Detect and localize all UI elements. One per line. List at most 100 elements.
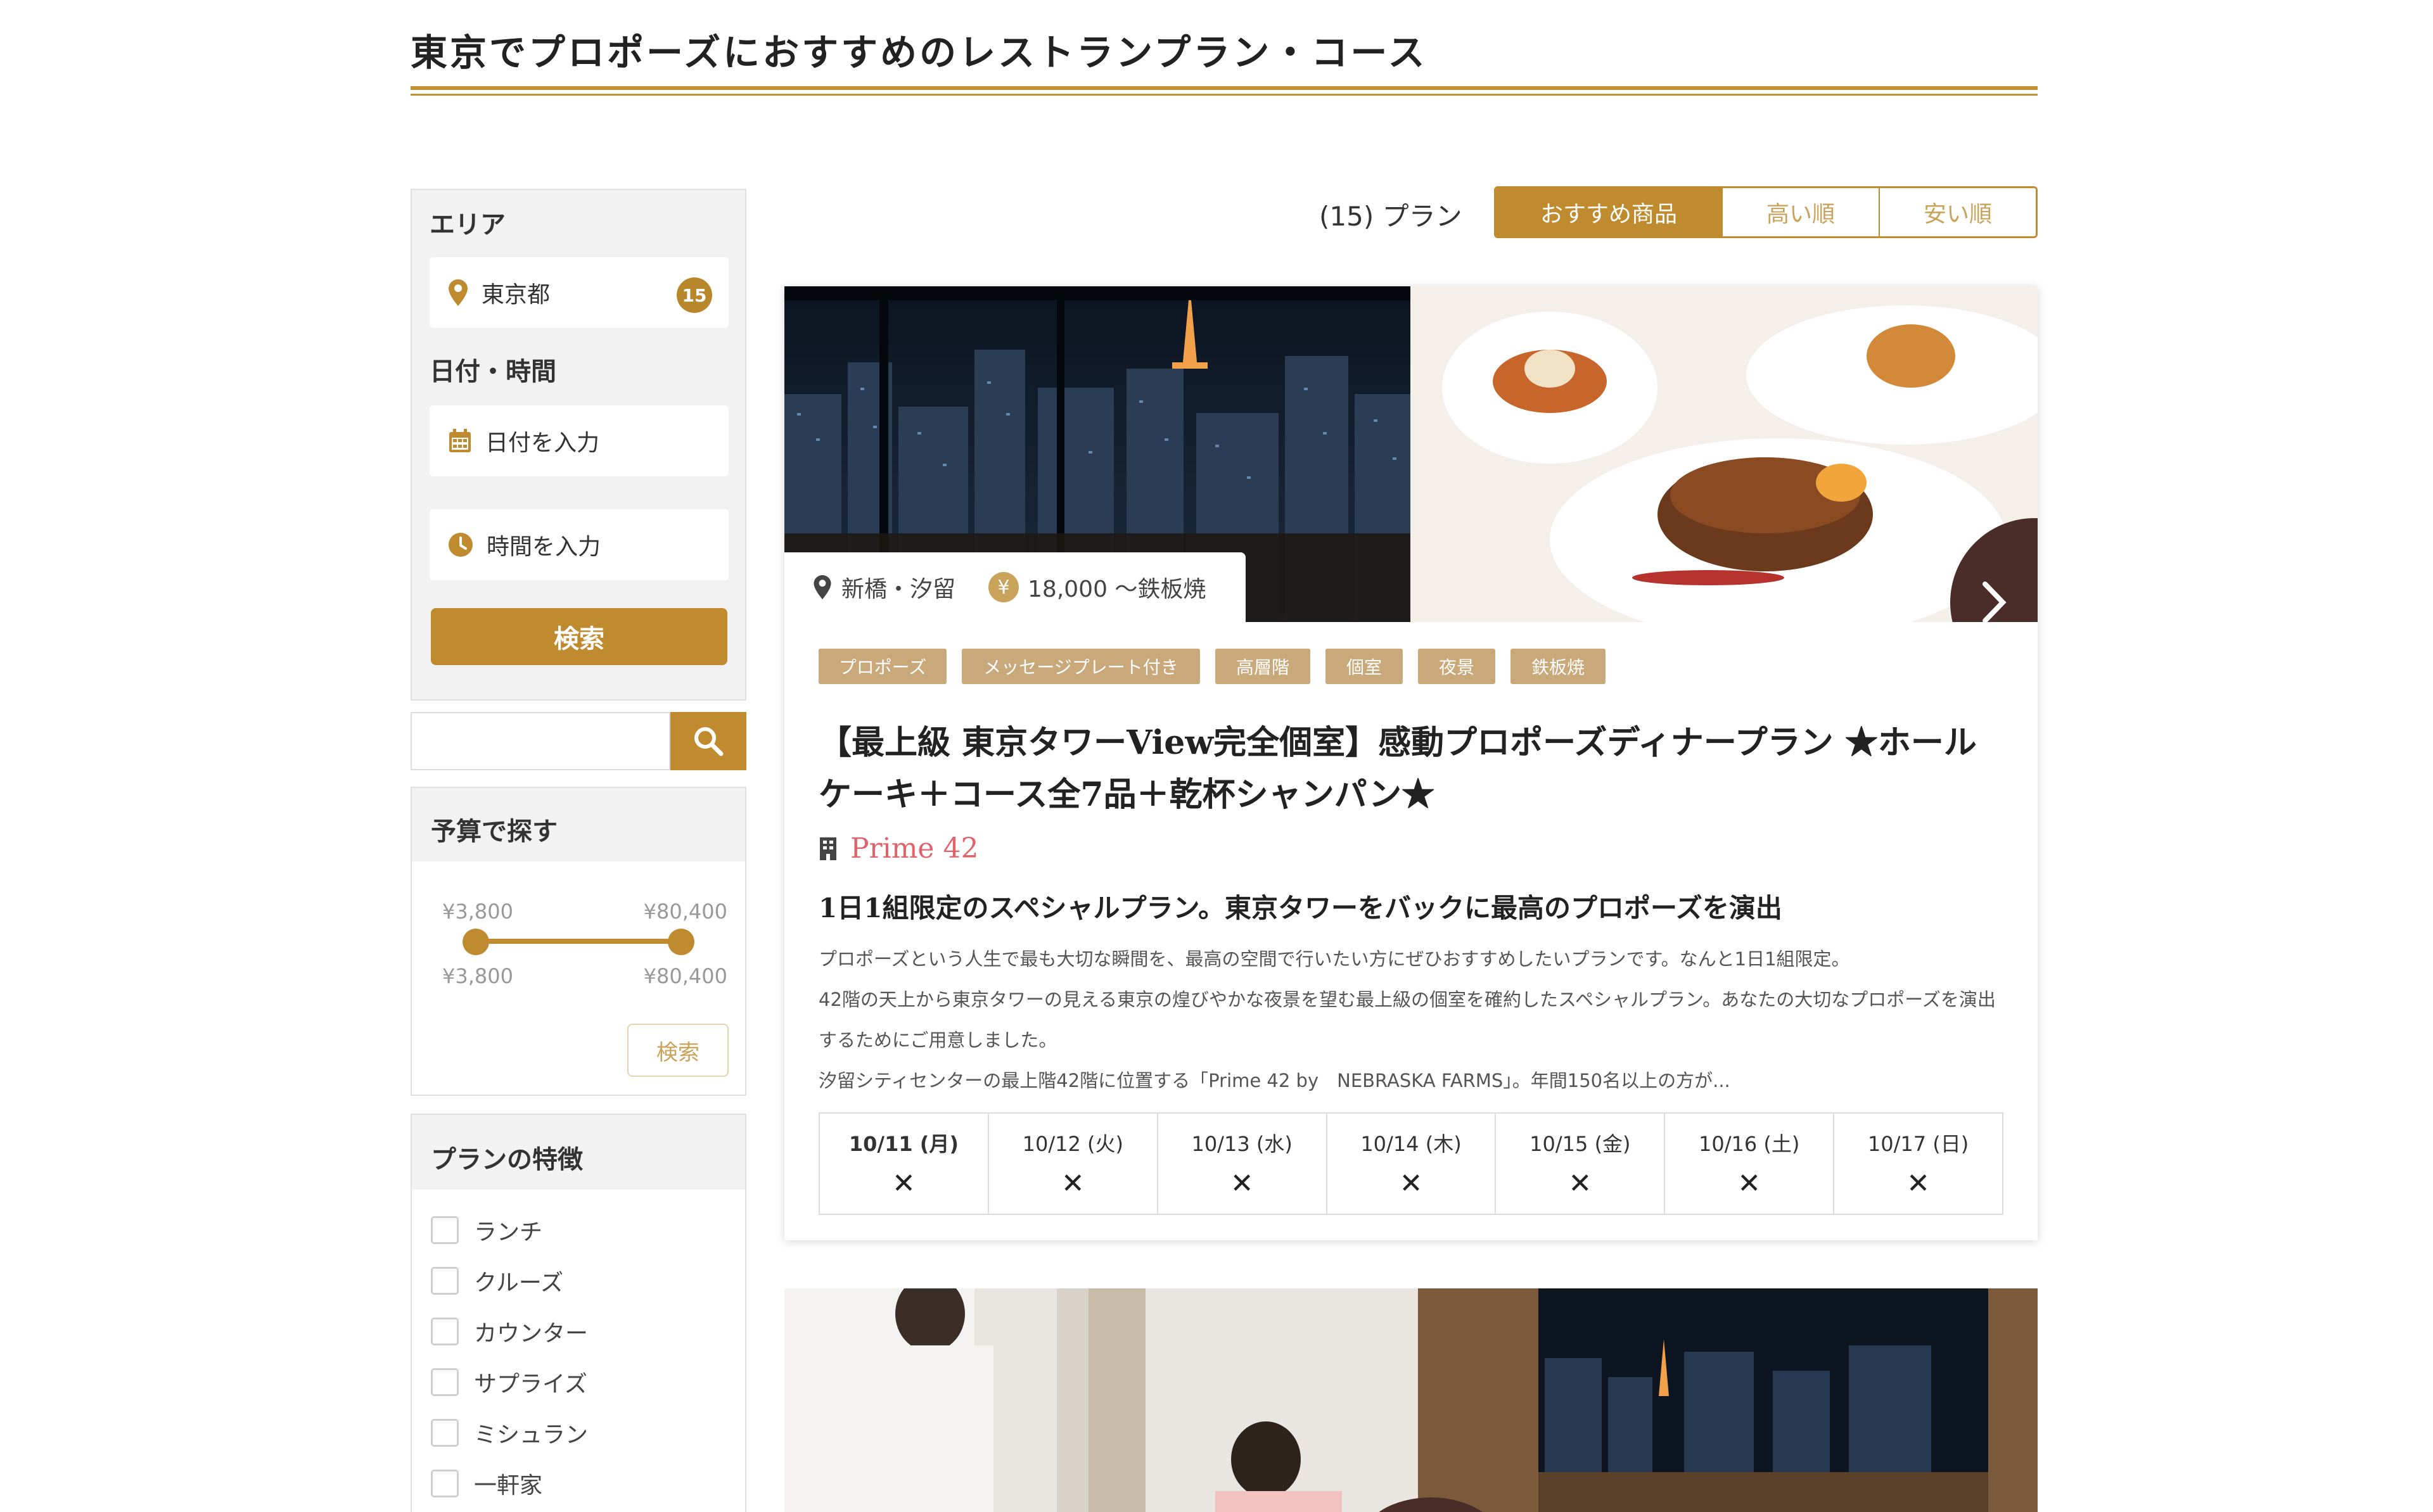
calendar-day[interactable]: 10/12 (火) ✕ [987, 1114, 1157, 1214]
calendar-date: 10/11 (月) [848, 1131, 959, 1156]
clock-icon [449, 533, 473, 557]
unavailable-mark: ✕ [1399, 1167, 1423, 1200]
area-count-badge: 15 [677, 277, 712, 313]
unavailable-mark: ✕ [1061, 1167, 1085, 1200]
budget-heading: 予算で探す [431, 817, 558, 846]
plan-card-2[interactable] [784, 1288, 2038, 1512]
calendar-date: 10/12 (火) [1022, 1131, 1123, 1156]
calendar-date: 10/15 (金) [1529, 1131, 1631, 1156]
description-line: するためにご用意しました。 [819, 1029, 1057, 1051]
sort-recommended-button[interactable]: おすすめ商品 [1496, 188, 1721, 236]
description-line: プロポーズという人生で最も大切な瞬間を、最高の空間で行いたい方にぜひおすすめした… [819, 948, 1850, 970]
plan-title[interactable]: 【最上級 東京タワーView完全個室】感動プロポーズディナープラン ★ホール ケ… [819, 717, 2010, 821]
feature-checkbox-house[interactable]: 一軒家 [431, 1467, 542, 1500]
yen-icon: ¥ [988, 572, 1019, 602]
calendar-day[interactable]: 10/13 (水) ✕ [1156, 1114, 1326, 1214]
features-heading: プランの特徴 [431, 1145, 583, 1174]
search-icon [694, 727, 724, 756]
map-pin-icon [814, 575, 831, 599]
plan-title-line2: ケーキ＋コース全7品＋乾杯シャンパン★ [819, 775, 1435, 814]
feature-checkbox-lunch[interactable]: ランチ [431, 1214, 542, 1247]
calendar-day[interactable]: 10/14 (木) ✕ [1325, 1114, 1495, 1214]
unavailable-mark: ✕ [1906, 1167, 1931, 1200]
keyword-search-button[interactable] [670, 712, 746, 770]
budget-slider-min-handle[interactable] [463, 929, 489, 955]
calendar-day[interactable]: 10/15 (金) ✕ [1495, 1114, 1664, 1214]
building-icon [820, 837, 836, 860]
plan-title-line1: 【最上級 東京タワーView完全個室】感動プロポーズディナープラン ★ホール [819, 723, 1977, 762]
feature-checkbox-surprise[interactable]: サプライズ [431, 1366, 587, 1399]
plan-features-panel: プランの特徴 ランチ クルーズ カウンター サプライズ ミシュラン 一軒家 [411, 1114, 746, 1512]
tag-proposal[interactable]: プロポーズ [819, 649, 947, 684]
checkbox[interactable] [431, 1470, 459, 1497]
map-pin-icon [449, 279, 468, 306]
calendar-day[interactable]: 10/17 (日) ✕ [1833, 1114, 2002, 1214]
description-line: 42階の天上から東京タワーの見える東京の煌びやかな夜景を望む最上級の個室を確約し… [819, 989, 1996, 1010]
feature-checkbox-cruise[interactable]: クルーズ [431, 1264, 563, 1297]
calendar-date: 10/14 (木) [1360, 1131, 1462, 1156]
budget-max-label: ¥80,400 [643, 899, 727, 924]
checkbox[interactable] [431, 1419, 459, 1447]
area-value: 東京都 [482, 282, 551, 308]
calendar-date: 10/17 (日) [1867, 1131, 1969, 1156]
calendar-day[interactable]: 10/16 (土) ✕ [1664, 1114, 1833, 1214]
unavailable-mark: ✕ [1230, 1167, 1254, 1200]
time-placeholder: 時間を入力 [487, 534, 601, 560]
unavailable-mark: ✕ [1737, 1167, 1761, 1200]
location-text: 新橋・汐留 [841, 576, 956, 602]
budget-min-label: ¥3,800 [442, 899, 513, 924]
location-price-bar: 新橋・汐留 ¥ 18,000 〜鉄板焼 [784, 552, 1246, 622]
plan-card[interactable]: 新橋・汐留 ¥ 18,000 〜鉄板焼 プロポーズ メッセージプレート付き 高層… [784, 286, 2038, 1240]
availability-calendar: 10/11 (月) ✕ 10/12 (火) ✕ 10/13 (水) ✕ 10/14 (… [819, 1112, 2003, 1215]
budget-min-value: ¥3,800 [442, 964, 513, 988]
budget-slider-max-handle[interactable] [668, 929, 694, 955]
feature-label: ランチ [474, 1219, 543, 1245]
chevron-right-icon [1983, 581, 2007, 622]
feature-label: サプライズ [474, 1371, 587, 1397]
area-datetime-panel: エリア 東京都 15 日付・時間 日付を入力 時間を入力 検索 [411, 189, 746, 701]
time-input[interactable]: 時間を入力 [430, 509, 729, 580]
feature-checkbox-counter[interactable]: カウンター [431, 1315, 588, 1348]
calendar-day[interactable]: 10/11 (月) ✕ [820, 1114, 988, 1214]
feature-label: クルーズ [474, 1270, 564, 1296]
page-title: 東京でプロポーズにおすすめのレストランプラン・コース [411, 31, 1427, 74]
feature-checkbox-michelin[interactable]: ミシュラン [431, 1416, 588, 1449]
unavailable-mark: ✕ [1568, 1167, 1592, 1200]
sort-tabs: おすすめ商品 高い順 安い順 [1494, 186, 2038, 238]
unavailable-mark: ✕ [891, 1167, 916, 1200]
datetime-search-button[interactable]: 検索 [431, 608, 727, 665]
sort-price-high-button[interactable]: 高い順 [1721, 188, 1879, 236]
restaurant-name: Prime 42 [850, 832, 979, 865]
sort-price-low-button[interactable]: 安い順 [1879, 188, 2036, 236]
feature-label: 一軒家 [474, 1473, 543, 1499]
plan-description: プロポーズという人生で最も大切な瞬間を、最高の空間で行いたい方にぜひおすすめした… [819, 939, 2010, 1101]
date-placeholder: 日付を入力 [485, 430, 600, 456]
calendar-date: 10/13 (水) [1191, 1131, 1293, 1156]
checkbox[interactable] [431, 1216, 459, 1244]
plan-subtitle: 1日1組限定のスペシャルプラン。東京タワーをバックに最高のプロポーズを演出 [819, 893, 1782, 924]
tag-night-view[interactable]: 夜景 [1418, 649, 1495, 684]
keyword-search-input[interactable] [411, 712, 670, 770]
checkbox[interactable] [431, 1267, 459, 1295]
restaurant-link[interactable]: Prime 42 [819, 832, 978, 865]
area-select[interactable]: 東京都 15 [430, 257, 729, 328]
tag-high-floor[interactable]: 高層階 [1215, 649, 1310, 684]
calendar-icon [449, 429, 471, 452]
date-input[interactable]: 日付を入力 [430, 405, 729, 476]
budget-panel: 予算で探す ¥3,800 ¥80,400 ¥3,800 ¥80,400 検索 [411, 787, 746, 1096]
tag-teppanyaki[interactable]: 鉄板焼 [1510, 649, 1606, 684]
checkbox[interactable] [431, 1368, 459, 1396]
checkbox[interactable] [431, 1318, 459, 1345]
budget-slider-track[interactable] [475, 939, 682, 944]
tag-message-plate[interactable]: メッセージプレート付き [962, 649, 1200, 684]
tag-private-room[interactable]: 個室 [1325, 649, 1403, 684]
dish-photo [1410, 286, 2038, 622]
budget-search-button[interactable]: 検索 [627, 1024, 729, 1077]
area-heading: エリア [430, 210, 506, 239]
datetime-heading: 日付・時間 [430, 357, 556, 386]
feature-label: カウンター [474, 1321, 589, 1347]
budget-max-value: ¥80,400 [643, 964, 727, 988]
feature-label: ミシュラン [474, 1422, 589, 1448]
plan-count: (15) プラン [1319, 201, 1462, 232]
calendar-date: 10/16 (土) [1699, 1131, 1800, 1156]
